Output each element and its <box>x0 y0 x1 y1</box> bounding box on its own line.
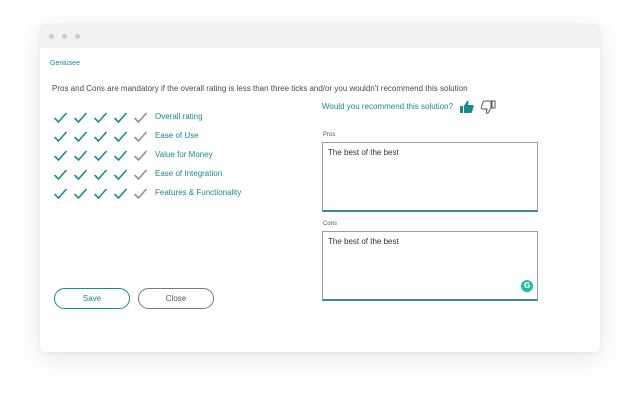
check-icon[interactable] <box>54 188 67 200</box>
cons-label: Cons <box>323 221 338 227</box>
window-dot-icon <box>49 34 54 39</box>
check-icon[interactable] <box>114 188 127 200</box>
rating-label: Value for Money <box>155 150 213 159</box>
mandatory-notice: Pros and Cons are mandatory if the overa… <box>52 84 468 93</box>
window-titlebar <box>40 24 600 48</box>
check-icon[interactable] <box>54 169 67 181</box>
grammarly-icon[interactable]: G <box>521 280 533 292</box>
check-icon[interactable] <box>94 188 107 200</box>
check-icon[interactable] <box>54 112 67 124</box>
close-button[interactable]: Close <box>138 288 214 309</box>
thumbs-up-icon[interactable] <box>459 99 475 115</box>
rating-row: Ease of Use <box>54 130 284 144</box>
recommend-question: Would you recommend this solution? <box>322 102 454 111</box>
check-icon[interactable] <box>114 150 127 162</box>
rating-label: Features & Functionality <box>155 188 242 197</box>
window-dot-icon <box>75 34 80 39</box>
check-icon[interactable] <box>114 112 127 124</box>
check-icon[interactable] <box>74 112 87 124</box>
check-icon[interactable] <box>94 150 107 162</box>
check-icon[interactable] <box>134 150 147 162</box>
window-dot-icon <box>62 34 67 39</box>
rating-label: Overall rating <box>155 112 203 121</box>
check-icon[interactable] <box>74 169 87 181</box>
check-icon[interactable] <box>134 169 147 181</box>
check-icon[interactable] <box>54 131 67 143</box>
pros-textarea[interactable]: The best of the best <box>322 142 538 212</box>
check-icon[interactable] <box>74 188 87 200</box>
brand-name: Geniusee <box>50 60 80 67</box>
check-icon[interactable] <box>94 131 107 143</box>
check-icon[interactable] <box>94 169 107 181</box>
rating-row: Value for Money <box>54 149 284 163</box>
check-icon[interactable] <box>74 131 87 143</box>
pros-label: Pros <box>323 132 336 138</box>
thumbs-down-icon[interactable] <box>480 99 496 115</box>
check-icon[interactable] <box>134 112 147 124</box>
check-icon[interactable] <box>114 131 127 143</box>
rating-label: Ease of Integration <box>155 169 223 178</box>
rating-row: Features & Functionality <box>54 187 284 201</box>
save-button[interactable]: Save <box>54 288 130 309</box>
rating-label: Ease of Use <box>155 131 199 140</box>
check-icon[interactable] <box>74 150 87 162</box>
rating-row: Ease of Integration <box>54 168 284 182</box>
cons-textarea[interactable]: The best of the best <box>322 231 538 301</box>
check-icon[interactable] <box>134 188 147 200</box>
check-icon[interactable] <box>134 131 147 143</box>
check-icon[interactable] <box>54 150 67 162</box>
rating-row: Overall rating <box>54 111 284 125</box>
check-icon[interactable] <box>94 112 107 124</box>
check-icon[interactable] <box>114 169 127 181</box>
